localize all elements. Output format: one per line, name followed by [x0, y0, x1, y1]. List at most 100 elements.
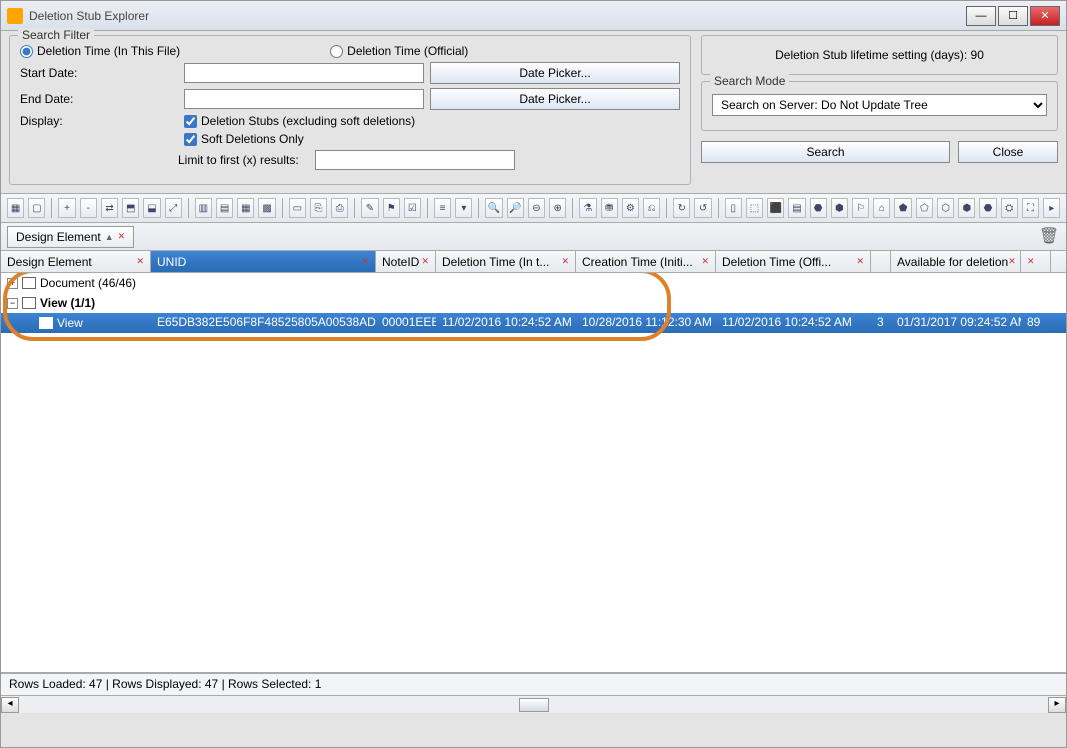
- horizontal-scrollbar[interactable]: ◂ ▸: [1, 695, 1066, 713]
- limit-label: Limit to first (x) results:: [178, 153, 299, 167]
- tb-icon[interactable]: ⬣: [979, 198, 996, 218]
- status-bar: Rows Loaded: 47 | Rows Displayed: 47 | R…: [1, 673, 1066, 695]
- col-design-element[interactable]: Design Element✕: [1, 251, 151, 272]
- tb-icon[interactable]: ⬡: [937, 198, 954, 218]
- tb-icon[interactable]: ⚙: [622, 198, 639, 218]
- sort-asc-icon: ▲: [105, 232, 114, 242]
- tb-icon[interactable]: ⎌: [643, 198, 660, 218]
- scroll-left-button[interactable]: ◂: [1, 697, 19, 713]
- search-button[interactable]: Search: [701, 141, 950, 163]
- tb-icon[interactable]: ⬚: [746, 198, 763, 218]
- close-button[interactable]: ✕: [1030, 6, 1060, 26]
- grid-body: + Document (46/46) − View (1/1) View E65…: [1, 273, 1066, 673]
- tb-icon[interactable]: ⚗: [579, 198, 596, 218]
- tb-icon[interactable]: ▾: [455, 198, 472, 218]
- tb-icon[interactable]: ⎙: [331, 198, 348, 218]
- close-panel-button[interactable]: Close: [958, 141, 1058, 163]
- tb-icon[interactable]: ▯: [725, 198, 742, 218]
- tb-icon[interactable]: ⬣: [810, 198, 827, 218]
- trash-icon[interactable]: 🗑: [1038, 226, 1060, 248]
- limit-input[interactable]: [315, 150, 515, 170]
- tb-icon[interactable]: ☑: [404, 198, 421, 218]
- tb-icon[interactable]: ⚐: [852, 198, 869, 218]
- view-icon: [22, 297, 36, 309]
- scroll-right-button[interactable]: ▸: [1048, 697, 1066, 713]
- tb-icon[interactable]: ▦: [7, 198, 24, 218]
- col-available-deletion[interactable]: Available for deletion✕: [891, 251, 1021, 272]
- scroll-thumb[interactable]: [519, 698, 549, 712]
- window-title: Deletion Stub Explorer: [29, 9, 966, 23]
- start-date-picker-button[interactable]: Date Picker...: [430, 62, 680, 84]
- search-mode-select[interactable]: Search on Server: Do Not Update Tree: [712, 94, 1047, 116]
- collapse-icon[interactable]: −: [7, 298, 18, 309]
- search-mode-group: Search Mode Search on Server: Do Not Upd…: [701, 81, 1058, 131]
- titlebar: Deletion Stub Explorer — ☐ ✕: [1, 1, 1066, 31]
- tb-icon[interactable]: ⛃: [601, 198, 618, 218]
- filter-tag-design-element[interactable]: Design Element ▲ ✕: [7, 226, 134, 248]
- col-deletion-time-file[interactable]: Deletion Time (In t...✕: [436, 251, 576, 272]
- filter-bar: Design Element ▲ ✕ 🗑: [1, 223, 1066, 251]
- expand-icon[interactable]: +: [7, 278, 18, 289]
- app-icon: [7, 8, 23, 24]
- table-row[interactable]: View E65DB382E506F8F48525805A00538AD4 00…: [1, 313, 1066, 333]
- tb-icon[interactable]: ⛭: [1001, 198, 1018, 218]
- tb-icon[interactable]: ≡: [434, 198, 451, 218]
- tb-icon[interactable]: ⬢: [831, 198, 848, 218]
- maximize-button[interactable]: ☐: [998, 6, 1028, 26]
- col-creation-time[interactable]: Creation Time (Initi...✕: [576, 251, 716, 272]
- start-date-label: Start Date:: [20, 66, 178, 80]
- tree-node-document[interactable]: + Document (46/46): [1, 273, 1066, 293]
- tb-icon[interactable]: ⊖: [528, 198, 545, 218]
- tb-icon[interactable]: ⎘: [310, 198, 327, 218]
- tb-icon[interactable]: ⬒: [122, 198, 139, 218]
- tb-icon[interactable]: +: [58, 198, 75, 218]
- tb-icon[interactable]: ⬟: [894, 198, 911, 218]
- tb-icon[interactable]: ⬛: [767, 198, 784, 218]
- end-date-input[interactable]: [184, 89, 424, 109]
- tb-icon[interactable]: ⬓: [143, 198, 160, 218]
- end-date-label: End Date:: [20, 92, 178, 106]
- tb-icon[interactable]: ▤: [788, 198, 805, 218]
- document-icon: [22, 277, 36, 289]
- check-deletion-stubs[interactable]: Deletion Stubs (excluding soft deletions…: [184, 114, 415, 128]
- start-date-input[interactable]: [184, 63, 424, 83]
- lifetime-info: Deletion Stub lifetime setting (days): 9…: [701, 35, 1058, 75]
- tb-icon[interactable]: ⊕: [549, 198, 566, 218]
- search-filter-legend: Search Filter: [18, 28, 94, 42]
- tb-icon[interactable]: 🔎: [507, 198, 524, 218]
- tb-icon[interactable]: ▤: [216, 198, 233, 218]
- radio-deletion-time-official[interactable]: Deletion Time (Official): [330, 44, 468, 58]
- tb-icon[interactable]: ▢: [28, 198, 45, 218]
- col-deletion-time-official[interactable]: Deletion Time (Offi...✕: [716, 251, 871, 272]
- tree-node-view[interactable]: − View (1/1): [1, 293, 1066, 313]
- tb-icon[interactable]: ▸: [1043, 198, 1060, 218]
- col-noteid[interactable]: NoteID✕: [376, 251, 436, 272]
- tb-icon[interactable]: ⌂: [873, 198, 890, 218]
- tb-icon[interactable]: ▭: [289, 198, 306, 218]
- tb-icon[interactable]: ⤢: [165, 198, 182, 218]
- col-unid[interactable]: UNID✕: [151, 251, 376, 272]
- tb-icon[interactable]: ↻: [673, 198, 690, 218]
- tb-icon[interactable]: ⛶: [1022, 198, 1039, 218]
- tb-icon[interactable]: -: [80, 198, 97, 218]
- tb-icon[interactable]: ▦: [237, 198, 254, 218]
- search-filter-group: Search Filter Deletion Time (In This Fil…: [9, 35, 691, 185]
- display-label: Display:: [20, 114, 178, 128]
- check-soft-deletions[interactable]: Soft Deletions Only: [184, 132, 304, 146]
- tb-icon[interactable]: ⇄: [101, 198, 118, 218]
- tb-icon[interactable]: ✎: [361, 198, 378, 218]
- tb-icon[interactable]: ↺: [694, 198, 711, 218]
- toolbar: ▦ ▢ + - ⇄ ⬒ ⬓ ⤢ ▥ ▤ ▦ ▩ ▭ ⎘ ⎙ ✎ ⚑ ☑ ≡ ▾ …: [1, 193, 1066, 223]
- minimize-button[interactable]: —: [966, 6, 996, 26]
- end-date-picker-button[interactable]: Date Picker...: [430, 88, 680, 110]
- tb-icon[interactable]: ▥: [195, 198, 212, 218]
- tb-icon[interactable]: ⚑: [383, 198, 400, 218]
- search-mode-legend: Search Mode: [710, 74, 789, 88]
- filter-x-icon[interactable]: ✕: [118, 231, 126, 242]
- grid-header: Design Element✕ UNID✕ NoteID✕ Deletion T…: [1, 251, 1066, 273]
- radio-deletion-time-file[interactable]: Deletion Time (In This File): [20, 44, 180, 58]
- tb-icon[interactable]: 🔍: [485, 198, 502, 218]
- tb-icon[interactable]: ⬠: [916, 198, 933, 218]
- tb-icon[interactable]: ⬢: [958, 198, 975, 218]
- tb-icon[interactable]: ▩: [258, 198, 275, 218]
